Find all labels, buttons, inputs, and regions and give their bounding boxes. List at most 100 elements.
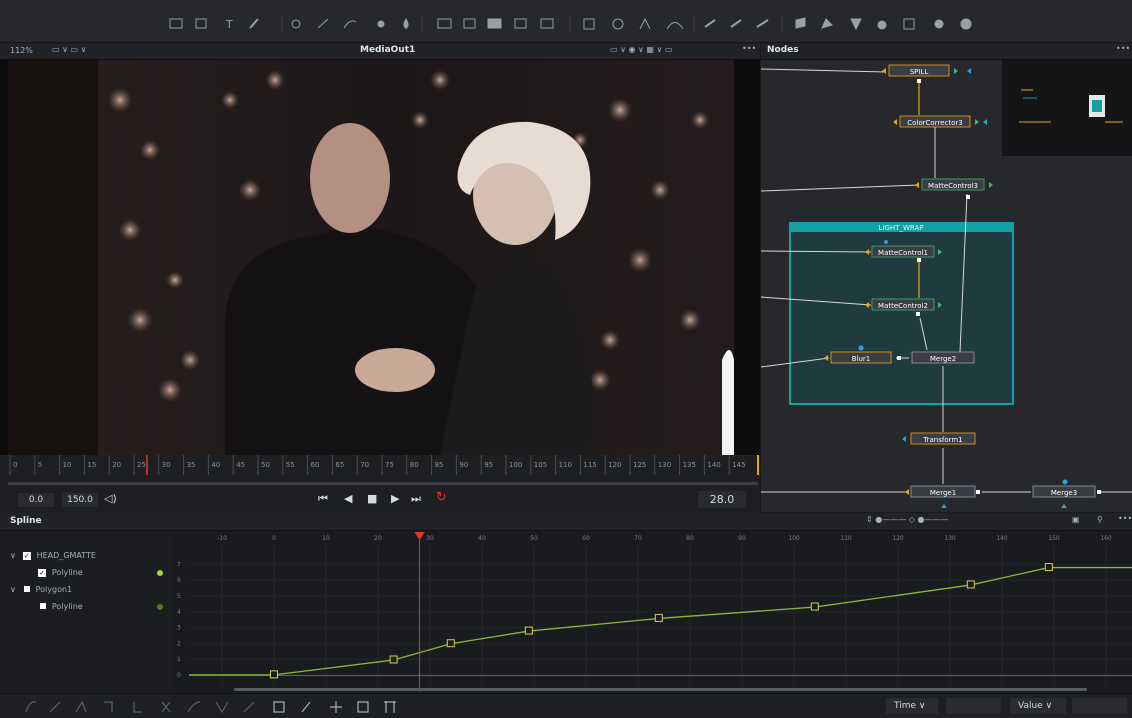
background-icon[interactable] — [169, 18, 183, 29]
3d-shape-icon[interactable] — [795, 17, 806, 29]
3d-camera-icon[interactable] — [877, 20, 887, 30]
ellipse-mask-icon[interactable] — [612, 18, 624, 30]
3d-text-icon[interactable] — [821, 18, 833, 29]
stabilizer-icon[interactable] — [756, 19, 769, 28]
tree-row-polyline-2[interactable]: Polyline — [40, 602, 170, 616]
viewer-layout-dropdown[interactable]: ▭ ∨ ▭ ∨ — [52, 45, 86, 54]
go-to-end-icon[interactable]: ⏭ — [411, 492, 421, 506]
tree-row-head-gmatte[interactable]: ∨ ✓ HEAD_GMATTE — [10, 551, 170, 565]
value-value-field[interactable] — [1072, 698, 1127, 714]
node-colorcorrector3[interactable]: ColorCorrector3 — [899, 115, 971, 128]
smooth-icon[interactable] — [25, 701, 37, 713]
brush-icon[interactable] — [249, 18, 259, 29]
bspline-icon[interactable] — [343, 20, 357, 29]
play-reverse-icon[interactable]: ◀ — [344, 492, 352, 505]
3d-image-icon[interactable] — [903, 18, 915, 30]
time-value-field[interactable] — [946, 698, 1001, 714]
linear-icon[interactable] — [49, 701, 61, 713]
spline-zoom-controls[interactable]: ⇕ ●——— ◇ ●——— — [866, 515, 948, 524]
tree-row-polygon1[interactable]: ∨ Polygon1 — [10, 585, 170, 599]
playhead-handle-icon[interactable] — [414, 532, 425, 540]
loop-icon[interactable]: ↻ — [436, 490, 447, 505]
drop-icon[interactable] — [403, 18, 409, 29]
ease-out-icon[interactable] — [215, 701, 229, 714]
node-blur1[interactable]: Blur1 — [830, 351, 892, 364]
tracker-icon[interactable] — [704, 19, 716, 28]
step-out-icon[interactable] — [133, 702, 142, 713]
expand-chevron-icon[interactable]: ∨ — [10, 585, 16, 594]
select-all-icon[interactable] — [273, 701, 285, 713]
value-dropdown[interactable]: Value ∨ — [1010, 698, 1066, 714]
bspline-mask-icon[interactable] — [666, 22, 684, 30]
keyframe-marker[interactable] — [966, 580, 975, 589]
node-merge1[interactable]: Merge1 — [910, 485, 976, 498]
keyframe-marker[interactable] — [1044, 563, 1053, 572]
checkbox-icon[interactable]: ✓ — [22, 552, 31, 560]
spline-zoom-icon[interactable]: ⚲ — [1097, 515, 1103, 524]
step-in-icon[interactable] — [104, 701, 113, 712]
keyframe-marker[interactable] — [389, 655, 398, 664]
spline-graph[interactable]: -10 0 10 20 30 40 50 60 70 80 90 100 110 120 130 140 150… — [171, 531, 1132, 692]
zoom-dropdown[interactable]: 112% — [10, 46, 33, 55]
spline-scrollbar[interactable] — [234, 688, 1087, 691]
reverse-icon[interactable] — [161, 701, 171, 713]
matte-icon[interactable] — [487, 18, 502, 29]
node-transform1[interactable]: Transform1 — [910, 432, 976, 445]
transform-icon[interactable] — [514, 18, 527, 29]
viewer-options[interactable]: ▭ ∨ ◉ ∨ ▦ ∨ ▭ — [610, 45, 672, 54]
node-mattecontrol2[interactable]: MatteControl2 — [871, 298, 935, 311]
spline-more-icon[interactable]: ••• — [1118, 514, 1132, 523]
spline-fit-icon[interactable]: ▣ — [1072, 515, 1080, 524]
range-end-field[interactable]: 150.0 — [62, 493, 98, 507]
particle-icon[interactable] — [291, 19, 301, 29]
viewer-more-icon[interactable]: ••• — [742, 44, 756, 53]
stop-icon[interactable]: ■ — [367, 492, 377, 505]
node-merge3[interactable]: Merge3 — [1032, 485, 1096, 498]
3d-renderer-icon[interactable] — [960, 18, 972, 30]
time-dropdown[interactable]: Time ∨ — [886, 698, 938, 714]
node-mattecontrol1[interactable]: MatteControl1 — [871, 245, 935, 258]
keyframe-markers-icon[interactable] — [384, 701, 396, 713]
keyframe-marker[interactable] — [654, 613, 663, 622]
rectangle-mask-icon[interactable] — [583, 18, 595, 30]
node-merge2[interactable]: Merge2 — [911, 351, 975, 364]
checkbox-icon[interactable]: ✓ — [38, 569, 46, 577]
keyframe-marker[interactable] — [446, 639, 455, 648]
invert-icon[interactable] — [75, 700, 87, 713]
move-icon[interactable] — [330, 701, 342, 713]
expand-chevron-icon[interactable]: ∨ — [10, 551, 16, 560]
viewer-canvas[interactable] — [0, 60, 760, 455]
node-navigator[interactable] — [1002, 60, 1132, 156]
time-ruler[interactable]: 0 5 10 15 20 25 30 35 40 45 50 55 60 65 70 75 80 85 90 95 10… — [0, 455, 760, 487]
resize-icon[interactable] — [540, 18, 554, 29]
go-to-start-icon[interactable]: ⏮ — [318, 492, 328, 506]
current-frame-field[interactable]: 28.0 — [698, 491, 746, 508]
pencil-icon[interactable] — [301, 701, 311, 713]
3d-light-icon[interactable] — [934, 19, 944, 29]
audio-icon[interactable]: ◁) — [104, 492, 117, 505]
node-spill[interactable]: SPILL — [888, 64, 950, 77]
node-editor[interactable]: LIGHT_WRAP SPILL ColorCorrector3 MatteCo… — [761, 60, 1132, 512]
checkbox-icon[interactable] — [23, 586, 30, 592]
channel-icon[interactable] — [463, 18, 476, 29]
keyframe-marker[interactable] — [524, 626, 533, 635]
paint-icon[interactable] — [195, 18, 207, 29]
tree-row-polyline-1[interactable]: ✓ Polyline — [38, 568, 168, 582]
light-icon[interactable] — [377, 20, 385, 28]
range-start-field[interactable]: 0.0 — [18, 493, 54, 507]
polygon-mask-icon[interactable] — [639, 17, 651, 30]
nodes-more-icon[interactable]: ••• — [1116, 44, 1130, 53]
keyframe-marker[interactable] — [810, 602, 819, 611]
keyframe-marker[interactable] — [270, 670, 278, 679]
play-forward-icon[interactable]: ▶ — [391, 492, 399, 505]
3d-merge-icon[interactable] — [850, 18, 862, 31]
polygon-icon[interactable] — [317, 18, 329, 29]
scale-icon[interactable] — [357, 701, 369, 713]
planar-tracker-icon[interactable] — [730, 19, 742, 28]
node-mattecontrol3[interactable]: MatteControl3 — [921, 178, 985, 191]
merge-icon[interactable] — [437, 18, 452, 29]
checkbox-icon[interactable] — [40, 603, 46, 609]
text-tool-icon[interactable]: T — [225, 18, 233, 31]
ease-in-icon[interactable] — [187, 701, 201, 713]
shift-icon[interactable] — [243, 701, 255, 713]
